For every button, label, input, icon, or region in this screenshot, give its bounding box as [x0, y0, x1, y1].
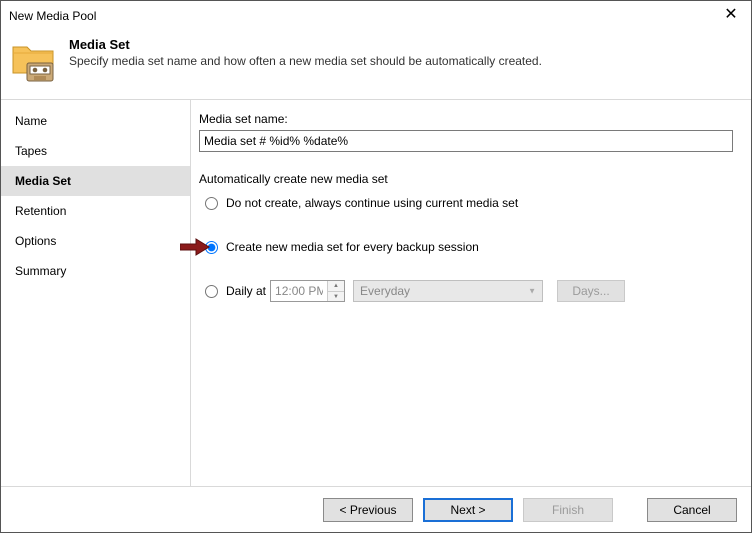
wizard-heading: Media Set	[69, 37, 542, 52]
cancel-button[interactable]: Cancel	[647, 498, 737, 522]
step-tapes[interactable]: Tapes	[1, 136, 190, 166]
wizard-steps: Name Tapes Media Set Retention Options S…	[1, 100, 191, 486]
close-icon: ✕	[724, 7, 737, 23]
media-set-name-input[interactable]	[199, 130, 733, 152]
days-button[interactable]: Days...	[557, 280, 625, 302]
step-retention[interactable]: Retention	[1, 196, 190, 226]
chevron-down-icon: ▼	[528, 287, 536, 296]
media-set-icon	[11, 39, 57, 85]
recurrence-value: Everyday	[360, 284, 410, 298]
radio-daily-label[interactable]: Daily at	[226, 284, 266, 298]
time-step-up[interactable]: ▲	[328, 281, 344, 291]
time-step-down[interactable]: ▼	[328, 291, 344, 301]
radio-do-not-create-label[interactable]: Do not create, always continue using cur…	[226, 196, 518, 210]
step-summary[interactable]: Summary	[1, 256, 190, 286]
title-bar: New Media Pool ✕	[1, 1, 751, 31]
radio-daily-row: Daily at ▲ ▼ Everyday ▼ Days...	[205, 280, 733, 302]
recurrence-dropdown[interactable]: Everyday ▼	[353, 280, 543, 302]
finish-button[interactable]: Finish	[523, 498, 613, 522]
wizard-header: Media Set Specify media set name and how…	[1, 31, 751, 100]
radio-every-session-label[interactable]: Create new media set for every backup se…	[226, 240, 479, 254]
next-button[interactable]: Next >	[423, 498, 513, 522]
step-options[interactable]: Options	[1, 226, 190, 256]
wizard-subtitle: Specify media set name and how often a n…	[69, 54, 542, 68]
wizard-body: Name Tapes Media Set Retention Options S…	[1, 100, 751, 486]
previous-button[interactable]: < Previous	[323, 498, 413, 522]
auto-create-label: Automatically create new media set	[199, 172, 733, 186]
close-button[interactable]: ✕	[711, 1, 751, 29]
wizard-footer: < Previous Next > Finish Cancel	[1, 486, 751, 532]
daily-time-spinner[interactable]: ▲ ▼	[270, 280, 345, 302]
daily-time-input[interactable]	[271, 282, 327, 300]
step-name[interactable]: Name	[1, 106, 190, 136]
pointer-arrow-icon	[180, 238, 210, 259]
radio-every-session-row: Create new media set for every backup se…	[205, 236, 733, 258]
media-set-name-label: Media set name:	[199, 112, 733, 126]
radio-do-not-create-row: Do not create, always continue using cur…	[205, 192, 733, 214]
wizard-content: Media set name: Automatically create new…	[191, 100, 751, 486]
step-media-set[interactable]: Media Set	[1, 166, 190, 196]
radio-daily[interactable]	[205, 285, 218, 298]
window-title: New Media Pool	[9, 9, 743, 23]
radio-do-not-create[interactable]	[205, 197, 218, 210]
